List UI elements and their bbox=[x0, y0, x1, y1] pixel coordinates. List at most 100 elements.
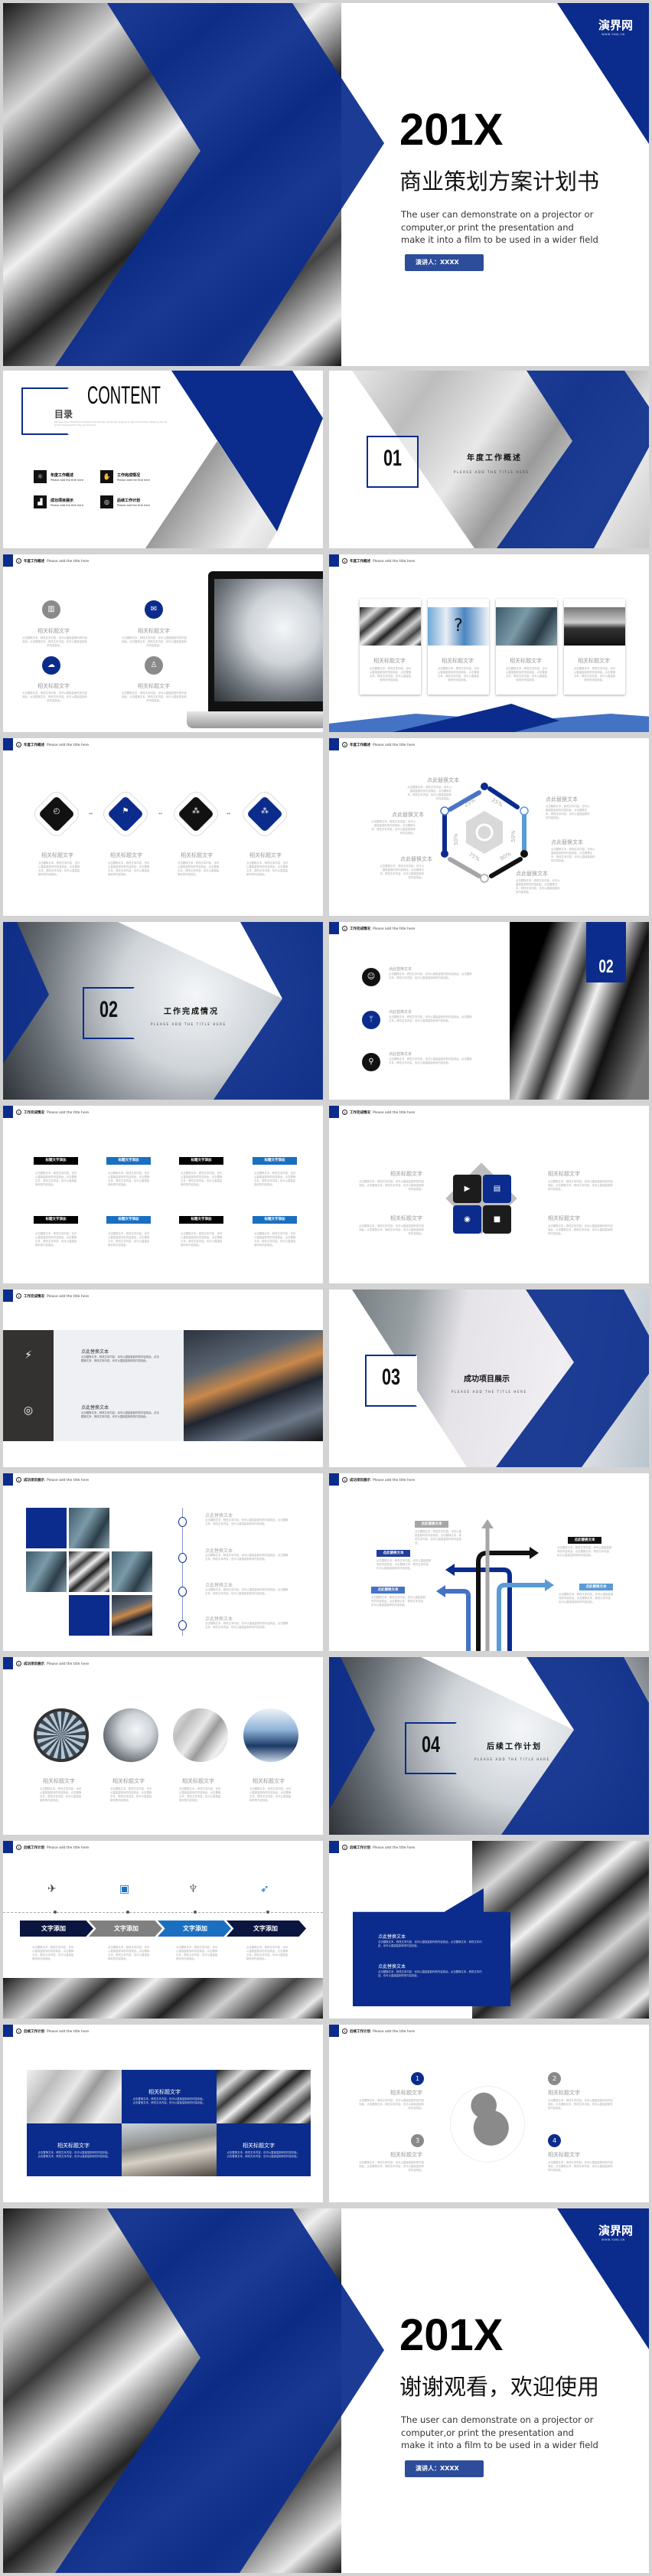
item-body: 点击替换文本，修改文本内容，也可以直接复制你的内容到此。点击替换文本，修改文本内… bbox=[122, 691, 187, 702]
section-02-slide[interactable]: 02 工作完成情况 PLEASE ADD THE TITLE HERE bbox=[3, 922, 323, 1100]
label-body: 点击替换文本，修改文本内容，也可以直接复制你的内容到此。点击替换文本，修改文本内… bbox=[557, 1546, 612, 1557]
media-grid-slide[interactable]: ↓ 工作完成情况 Please add the title here ▶ ▤ ◉ … bbox=[329, 1106, 649, 1283]
video-icon: ■ bbox=[483, 1205, 511, 1234]
item-body: 点击替换文本，修改文本内容，也可以直接复制你的内容到此。点击替换文本，修改文本内… bbox=[249, 1787, 292, 1802]
cover-slide[interactable]: 演界网 WWW.YANJ.CN 201X 商业策划方案计划书 The user … bbox=[3, 3, 649, 366]
circle-photos-slide[interactable]: ↓ 成功项目展示 Please add the title here 相关标题文字… bbox=[3, 1657, 323, 1835]
item-body: 点击替换文本，修改文本内容，也可以直接复制你的内容到此。点击替换文本，修改文本内… bbox=[38, 861, 80, 876]
card[interactable]: 相关标题文字 点击替换文本，修改文本内容，也可以直接复制你的内容到此。点击替换文… bbox=[496, 599, 557, 695]
lightbulb-icon: ☼ bbox=[34, 470, 47, 483]
cell-title: 相关标题文字 bbox=[148, 2089, 181, 2095]
item-title: 相关标题文字 bbox=[548, 1215, 580, 1221]
label-body: 点击替换文本，修改文本内容，也可以直接复制你的内容到此。点击替换文本，修改文本内… bbox=[371, 1596, 426, 1607]
subtitle-line: computer,or print the presentation and bbox=[401, 221, 574, 233]
item-title: 点此替换文本 bbox=[205, 1548, 233, 1554]
blue-shape-right bbox=[214, 922, 323, 1100]
item-sub: Please add the title here bbox=[51, 479, 83, 482]
timeline-node bbox=[178, 1517, 187, 1527]
mosaic-blue-tile bbox=[26, 1508, 67, 1548]
hexagon-diagram-slide[interactable]: ↓ 年度工作概述 Please add the title here 25% 25… bbox=[329, 738, 649, 916]
label-title: 点此替换文本 bbox=[427, 777, 459, 783]
item-body: 点击替换文本，修改文本内容，也可以直接复制你的内容到此。点击替换文本，修改文本内… bbox=[359, 1224, 424, 1235]
download-icon: ↓ bbox=[342, 558, 347, 564]
header-block bbox=[3, 1290, 13, 1302]
item-body: 点击替换文本，修改文本内容，也可以直接复制你的内容到此。点击替换文本，修改文本内… bbox=[179, 1787, 221, 1802]
section-03-slide[interactable]: 03 成功项目展示 PLEASE ADD THE TITLE HERE bbox=[329, 1290, 649, 1467]
globe-slide[interactable]: ↓ 后续工作计划 Please add the title here 1 2 3 … bbox=[329, 2025, 649, 2202]
card[interactable]: 相关标题文字 点击替换文本，修改文本内容，也可以直接复制你的内容到此。点击替换文… bbox=[360, 599, 421, 695]
header-block bbox=[329, 1841, 339, 1853]
card[interactable]: ? 相关标题文字 点击替换文本，修改文本内容，也可以直接复制你的内容到此。点击替… bbox=[428, 599, 489, 695]
label-body: 点击替换文本，修改文本内容，也可以直接复制你的内容到此。点击替换文本，修改文本内… bbox=[407, 786, 452, 800]
section-04-slide[interactable]: 04 后续工作计划 PLEASE ADD THE TITLE HERE bbox=[329, 1657, 649, 1835]
contents-title: CONTENT bbox=[87, 381, 161, 409]
mosaic-photo bbox=[69, 1551, 109, 1592]
search-icon: ⚲ bbox=[362, 1053, 380, 1071]
download-icon: ↓ bbox=[342, 2028, 347, 2034]
header-title: 后续工作计划 Please add the title here bbox=[350, 2030, 416, 2034]
plan-steps-slide[interactable]: ↓ 后续工作计划 Please add the title here ✈ ▣ ♆ … bbox=[3, 1841, 323, 2019]
presenter-button[interactable]: 演讲人：XXXX bbox=[405, 254, 484, 271]
cover-subtitle: The user can demonstrate on a projector … bbox=[401, 208, 631, 247]
header-title: 年度工作概述 Please add the title here bbox=[24, 560, 90, 564]
percent-label: 50% bbox=[510, 830, 517, 842]
download-icon: ↓ bbox=[16, 1293, 21, 1299]
item-title: 相关标题文字 bbox=[390, 1215, 422, 1221]
tag: 标题文字添加 bbox=[34, 1216, 78, 1224]
overview-icons-slide[interactable]: ↓ 年度工作概述 Please add the title here ▥ ✉ ☁ … bbox=[3, 554, 323, 732]
double-arrow-icon: ↔ bbox=[227, 811, 231, 816]
dot bbox=[194, 1911, 197, 1914]
section-title: 年度工作概述 bbox=[467, 454, 522, 463]
paper-plane-icon: ✈ bbox=[47, 1883, 57, 1895]
cell-body: 点击替换文本，修改文本内容，也可以直接复制你的内容到此。点击替换文本，修改文本内… bbox=[132, 2097, 206, 2104]
section-number: 01 bbox=[383, 446, 403, 471]
label-body: 点击替换文本，修改文本内容，也可以直接复制你的内容到此。点击替换文本，修改文本内… bbox=[559, 1593, 614, 1603]
team-icon: ☺ bbox=[362, 968, 380, 986]
ending-slide[interactable]: 演界网 WWW.YANJ.CN 201X 谢谢观看，欢迎使用 The user … bbox=[3, 2208, 649, 2573]
tag: 标题文字添加 bbox=[179, 1157, 223, 1165]
step-body: 点击替换文本，修改文本内容，也可以直接复制你的内容到此。点击替换文本，修改文本内… bbox=[176, 1946, 218, 1960]
cell-body: 点击替换文本，修改文本内容，也可以直接复制你的内容到此。点击替换文本，修改文本内… bbox=[37, 2151, 111, 2158]
center-hexagon bbox=[466, 811, 503, 854]
item-title: 相关标题文字 bbox=[253, 1778, 285, 1784]
step-label: 文字添加 bbox=[183, 1925, 207, 1932]
item-body: 点击替换文本，修改文本内容，也可以直接复制你的内容到此。点击替换文本，修改文本内… bbox=[108, 861, 150, 876]
diamond-steps-slide[interactable]: ↓ 年度工作概述 Please add the title here ◴ ⚑ ⁂ … bbox=[3, 738, 323, 916]
glass-building-photo bbox=[243, 1708, 298, 1762]
cell-title: 相关标题文字 bbox=[57, 2143, 90, 2149]
number-badge: 3 bbox=[411, 2134, 424, 2147]
item-title: 相关标题文字 bbox=[138, 628, 170, 634]
arrows-diagram-slide[interactable]: ↓ 成功项目展示 Please add the title here 点此替换文本… bbox=[329, 1473, 649, 1651]
bar-chart-icon: ▟ bbox=[34, 495, 47, 508]
callout-photo-slide[interactable]: ↓ 后续工作计划 Please add the title here 点此替换文本… bbox=[329, 1841, 649, 2019]
photo-grid-slide[interactable]: ↓ 后续工作计划 Please add the title here 相关标题文字… bbox=[3, 2025, 323, 2202]
header-block bbox=[3, 1106, 13, 1118]
item-body: 点击替换文本，修改文本内容，也可以直接复制你的内容到此。点击替换文本，修改文本内… bbox=[389, 1015, 472, 1022]
feature-band-slide[interactable]: ↓ 工作完成情况 Please add the title here ⚡ ◎ 点此… bbox=[3, 1290, 323, 1467]
arrow-mid-blue bbox=[444, 1589, 471, 1651]
section-title: 成功项目展示 bbox=[464, 1375, 510, 1384]
steel-structure-photo bbox=[3, 1978, 323, 2019]
skyscraper-photo bbox=[173, 1708, 228, 1762]
map-icon: ▥ bbox=[42, 600, 60, 619]
stairs-photo bbox=[217, 2070, 311, 2123]
presenter-button[interactable]: 演讲人：XXXX bbox=[405, 2460, 484, 2477]
item-title: 相关标题文字 bbox=[390, 2152, 422, 2158]
mosaic-timeline-slide[interactable]: ↓ 成功项目展示 Please add the title here 点此替换文本… bbox=[3, 1473, 323, 1651]
subtitle-line: The user can demonstrate on a projector … bbox=[401, 2414, 594, 2425]
section-01-slide[interactable]: 01 年度工作概述 PLEASE ADD THE TITLE HERE bbox=[329, 371, 649, 548]
contents-slide[interactable]: CONTENT 目录 We have many PowerPoint templ… bbox=[3, 371, 323, 548]
percent-label: 50% bbox=[453, 833, 459, 845]
card-title: 相关标题文字 bbox=[578, 658, 610, 664]
item-body: 点击替换文本，修改文本内容，也可以直接复制你的内容到此。点击替换文本，修改文本内… bbox=[548, 1224, 613, 1235]
laptop-screen-photo bbox=[214, 579, 323, 701]
tags-grid-slide[interactable]: ↓ 工作完成情况 Please add the title here 标题文字添加… bbox=[3, 1106, 323, 1283]
overview-cards-slide[interactable]: ↓ 年度工作概述 Please add the title here 相关标题文字… bbox=[329, 554, 649, 732]
tag-body: 点击替换文本，修改文本内容，也可以直接复制你的内容到此。点击替换文本，修改文本内… bbox=[108, 1232, 150, 1247]
cover-year: 201X bbox=[399, 105, 504, 155]
item-body: 点击替换文本，修改文本内容，也可以直接复制你的内容到此。点击替换文本，修改文本内… bbox=[548, 2099, 613, 2110]
card[interactable]: 相关标题文字 点击替换文本，修改文本内容，也可以直接复制你的内容到此。点击替换文… bbox=[564, 599, 625, 695]
label-tag-black: 点此替换文本 bbox=[568, 1537, 601, 1544]
label-body: 点击替换文本，修改文本内容，也可以直接复制你的内容到此。点击替换文本，修改文本内… bbox=[551, 848, 595, 862]
completion-list-slide[interactable]: ↓ 工作完成情况 Please add the title here ☺ ᛘ ⚲ … bbox=[329, 922, 649, 1100]
